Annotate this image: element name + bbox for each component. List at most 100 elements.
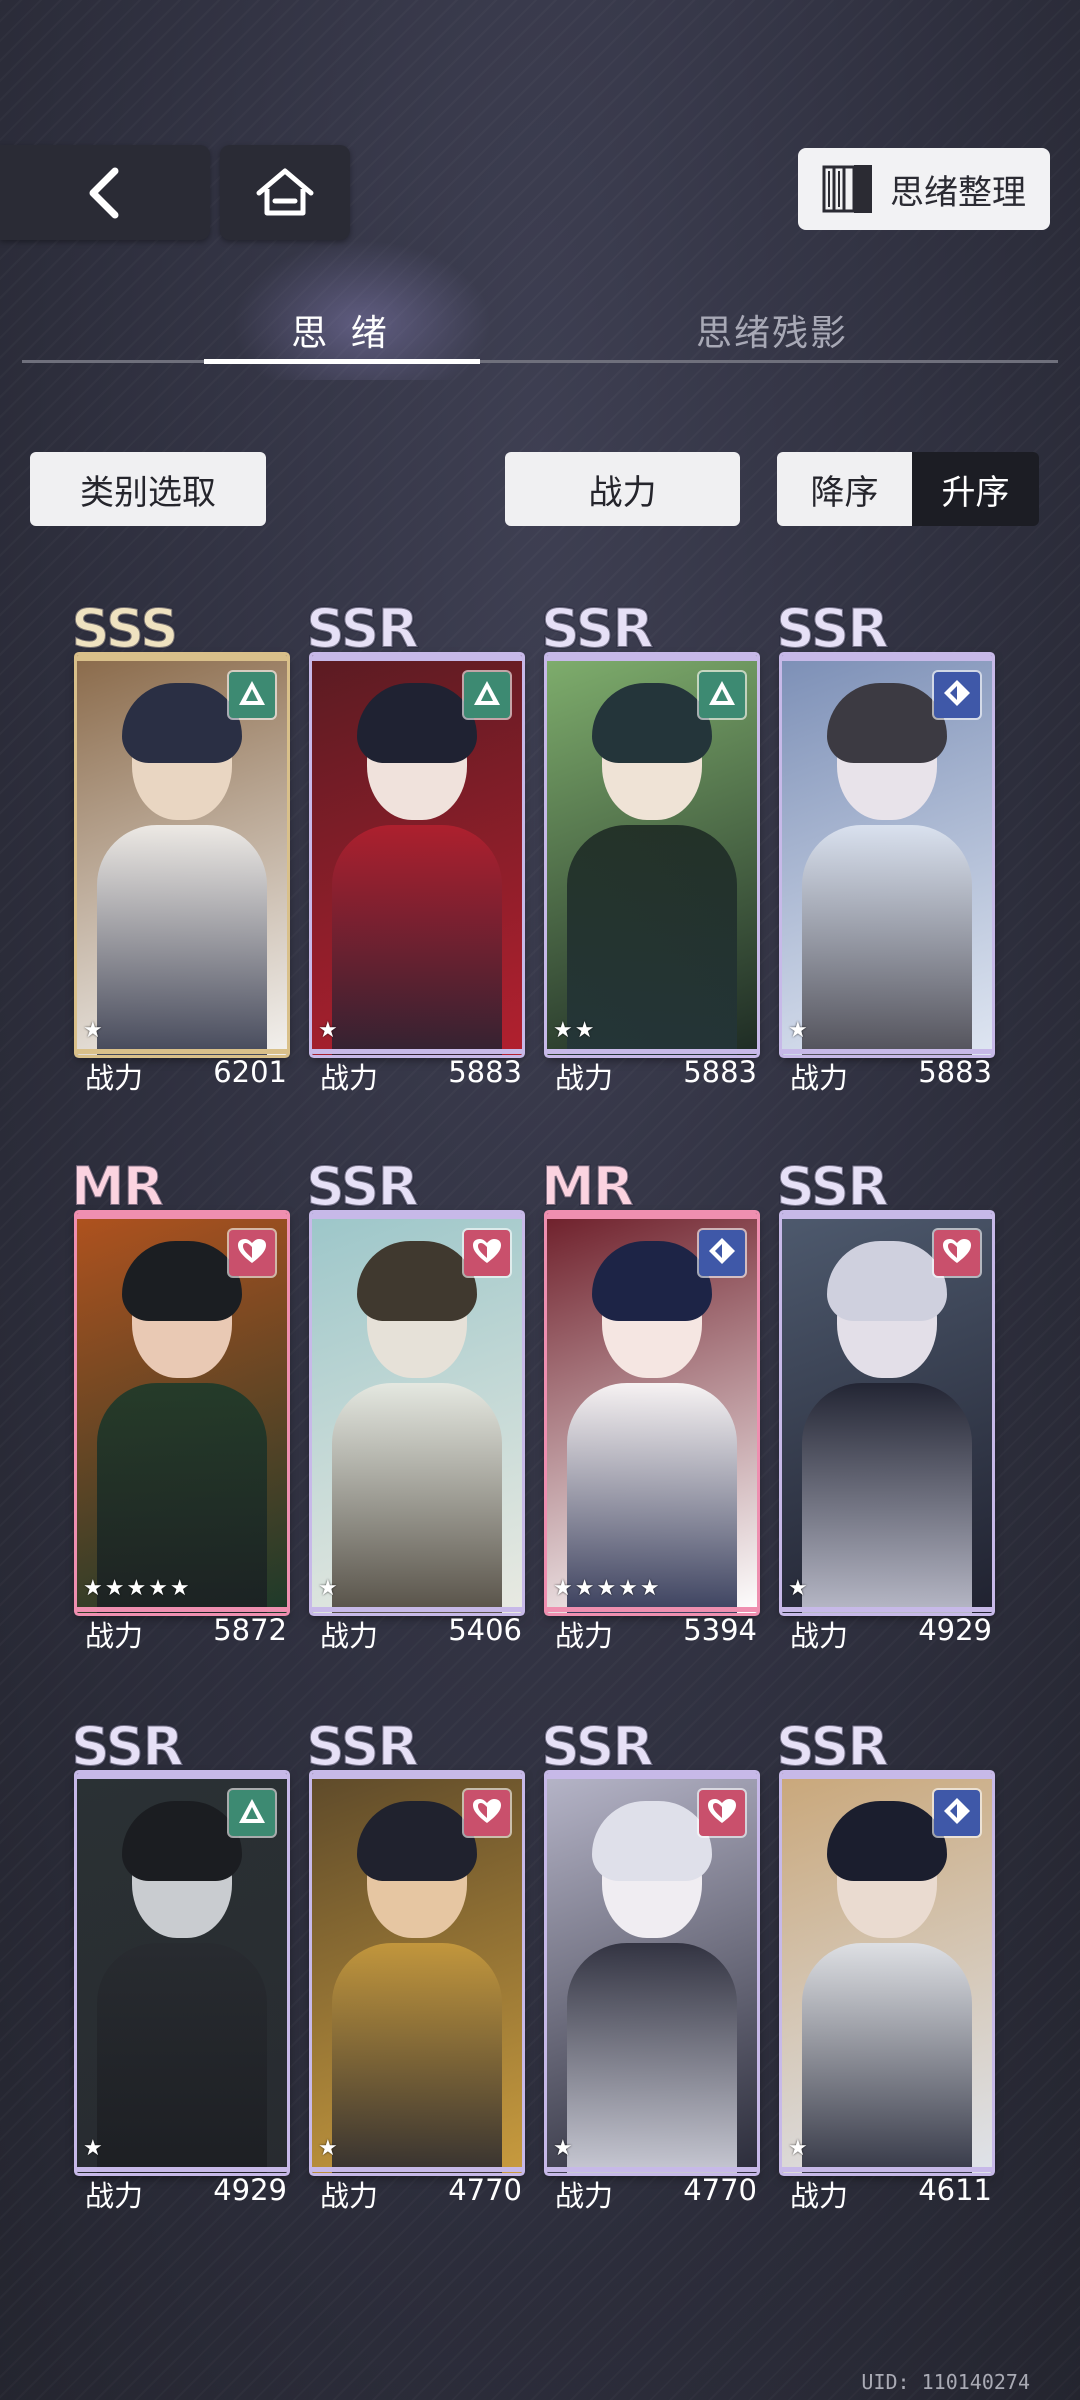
character-card[interactable]: SSR ★ 战力 5406: [305, 1158, 522, 1653]
sort-ascending-button[interactable]: 升序: [912, 452, 1039, 526]
category-filter-label: 类别选取: [80, 472, 216, 513]
star-rating: ★★★★★: [83, 1576, 192, 1601]
star-rating: ★: [83, 1018, 105, 1043]
chevron-left-icon: [89, 167, 119, 218]
power-label: 战力: [555, 1619, 614, 1653]
star-rating: ★★: [553, 1018, 597, 1043]
character-card[interactable]: SSR ★ 战力 4770: [540, 1718, 757, 2213]
character-card[interactable]: SSR ★ 战力 4929: [775, 1158, 992, 1653]
power-value: 4929: [213, 2173, 287, 2207]
character-card[interactable]: MR ★★★★★ 战力 5394: [540, 1158, 757, 1653]
tab-thoughts[interactable]: 思 绪: [202, 300, 482, 360]
sort-by-power-button[interactable]: 战力: [505, 452, 740, 526]
heart-attribute-icon: [471, 1237, 503, 1269]
rarity-badge: SSR: [305, 1155, 420, 1218]
organize-button[interactable]: 思绪整理: [798, 148, 1050, 230]
star-rating: ★: [788, 2136, 810, 2161]
rarity-badge: SSR: [305, 597, 420, 660]
character-card[interactable]: SSR ★ 战力 4929: [70, 1718, 287, 2213]
triangle-attribute-icon: [707, 679, 737, 711]
power-value: 5394: [683, 1613, 757, 1647]
rarity-badge: SSR: [775, 597, 890, 660]
power-value: 5883: [448, 1055, 522, 1089]
rarity-badge: SSR: [775, 1155, 890, 1218]
attribute-badge: [464, 1790, 510, 1836]
attribute-badge: [229, 672, 275, 718]
rarity-badge: SSS: [70, 597, 180, 660]
sort-order-toggle: 降序 升序: [777, 452, 1039, 526]
power-label: 战力: [320, 2179, 379, 2213]
tab-divider: [22, 360, 1058, 363]
attribute-badge: [229, 1230, 275, 1276]
cards-stack-icon: [822, 165, 872, 213]
power-label: 战力: [790, 1061, 849, 1095]
character-card[interactable]: SSR ★ 战力 5883: [775, 600, 992, 1095]
star-rating: ★: [318, 1576, 340, 1601]
power-label: 战力: [85, 1619, 144, 1653]
home-icon: [256, 168, 314, 215]
star-rating: ★★★★★: [553, 1576, 662, 1601]
power-value: 4770: [448, 2173, 522, 2207]
attribute-badge: [934, 1790, 980, 1836]
rarity-badge: SSR: [540, 1715, 655, 1778]
power-label: 战力: [85, 1061, 144, 1095]
rarity-badge: SSR: [775, 1715, 890, 1778]
sort-by-power-label: 战力: [588, 472, 657, 513]
heart-attribute-icon: [236, 1237, 268, 1269]
tab-bar: 思 绪 思绪残影: [22, 240, 1058, 380]
attribute-badge: [699, 1230, 745, 1276]
sort-ascending-label: 升序: [941, 472, 1010, 513]
star-rating: ★: [788, 1576, 810, 1601]
power-value: 4770: [683, 2173, 757, 2207]
power-value: 5883: [683, 1055, 757, 1089]
attribute-badge: [934, 1230, 980, 1276]
power-value: 5406: [448, 1613, 522, 1647]
character-card[interactable]: SSR ★ 战力 4611: [775, 1718, 992, 2213]
power-value: 5872: [213, 1613, 287, 1647]
attribute-badge: [464, 672, 510, 718]
heart-attribute-icon: [941, 1237, 973, 1269]
rarity-badge: SSR: [540, 597, 655, 660]
power-label: 战力: [320, 1061, 379, 1095]
sort-descending-label: 降序: [810, 472, 879, 513]
power-value: 5883: [918, 1055, 992, 1089]
category-filter-button[interactable]: 类别选取: [30, 452, 266, 526]
character-card[interactable]: MR ★★★★★ 战力 5872: [70, 1158, 287, 1653]
attribute-badge: [464, 1230, 510, 1276]
rarity-badge: MR: [540, 1155, 635, 1218]
diamond-attribute-icon: [942, 1796, 972, 1830]
star-rating: ★: [83, 2136, 105, 2161]
power-label: 战力: [320, 1619, 379, 1653]
triangle-attribute-icon: [237, 679, 267, 711]
diamond-attribute-icon: [942, 678, 972, 712]
uid-text: UID: 110140274: [861, 2370, 1030, 2394]
star-rating: ★: [318, 2136, 340, 2161]
sort-descending-button[interactable]: 降序: [777, 452, 912, 526]
tab-thought-remnants[interactable]: 思绪残影: [582, 300, 962, 360]
back-button[interactable]: [0, 145, 210, 240]
star-rating: ★: [788, 1018, 810, 1043]
power-label: 战力: [555, 1061, 614, 1095]
tab-thoughts-label: 思 绪: [291, 313, 393, 354]
power-label: 战力: [790, 1619, 849, 1653]
rarity-badge: SSR: [70, 1715, 185, 1778]
power-label: 战力: [790, 2179, 849, 2213]
attribute-badge: [699, 672, 745, 718]
triangle-attribute-icon: [472, 679, 502, 711]
tab-active-indicator: [204, 359, 480, 364]
heart-attribute-icon: [706, 1797, 738, 1829]
power-label: 战力: [85, 2179, 144, 2213]
power-value: 4929: [918, 1613, 992, 1647]
rarity-badge: MR: [70, 1155, 165, 1218]
organize-button-label: 思绪整理: [890, 172, 1026, 213]
character-card[interactable]: SSR ★★ 战力 5883: [540, 600, 757, 1095]
character-card[interactable]: SSR ★ 战力 5883: [305, 600, 522, 1095]
power-label: 战力: [555, 2179, 614, 2213]
attribute-badge: [934, 672, 980, 718]
star-rating: ★: [553, 2136, 575, 2161]
character-card[interactable]: SSR ★ 战力 4770: [305, 1718, 522, 2213]
home-button[interactable]: [220, 145, 350, 240]
triangle-attribute-icon: [237, 1797, 267, 1829]
character-card[interactable]: SSS ★ 战力 6201: [70, 600, 287, 1095]
rarity-badge: SSR: [305, 1715, 420, 1778]
